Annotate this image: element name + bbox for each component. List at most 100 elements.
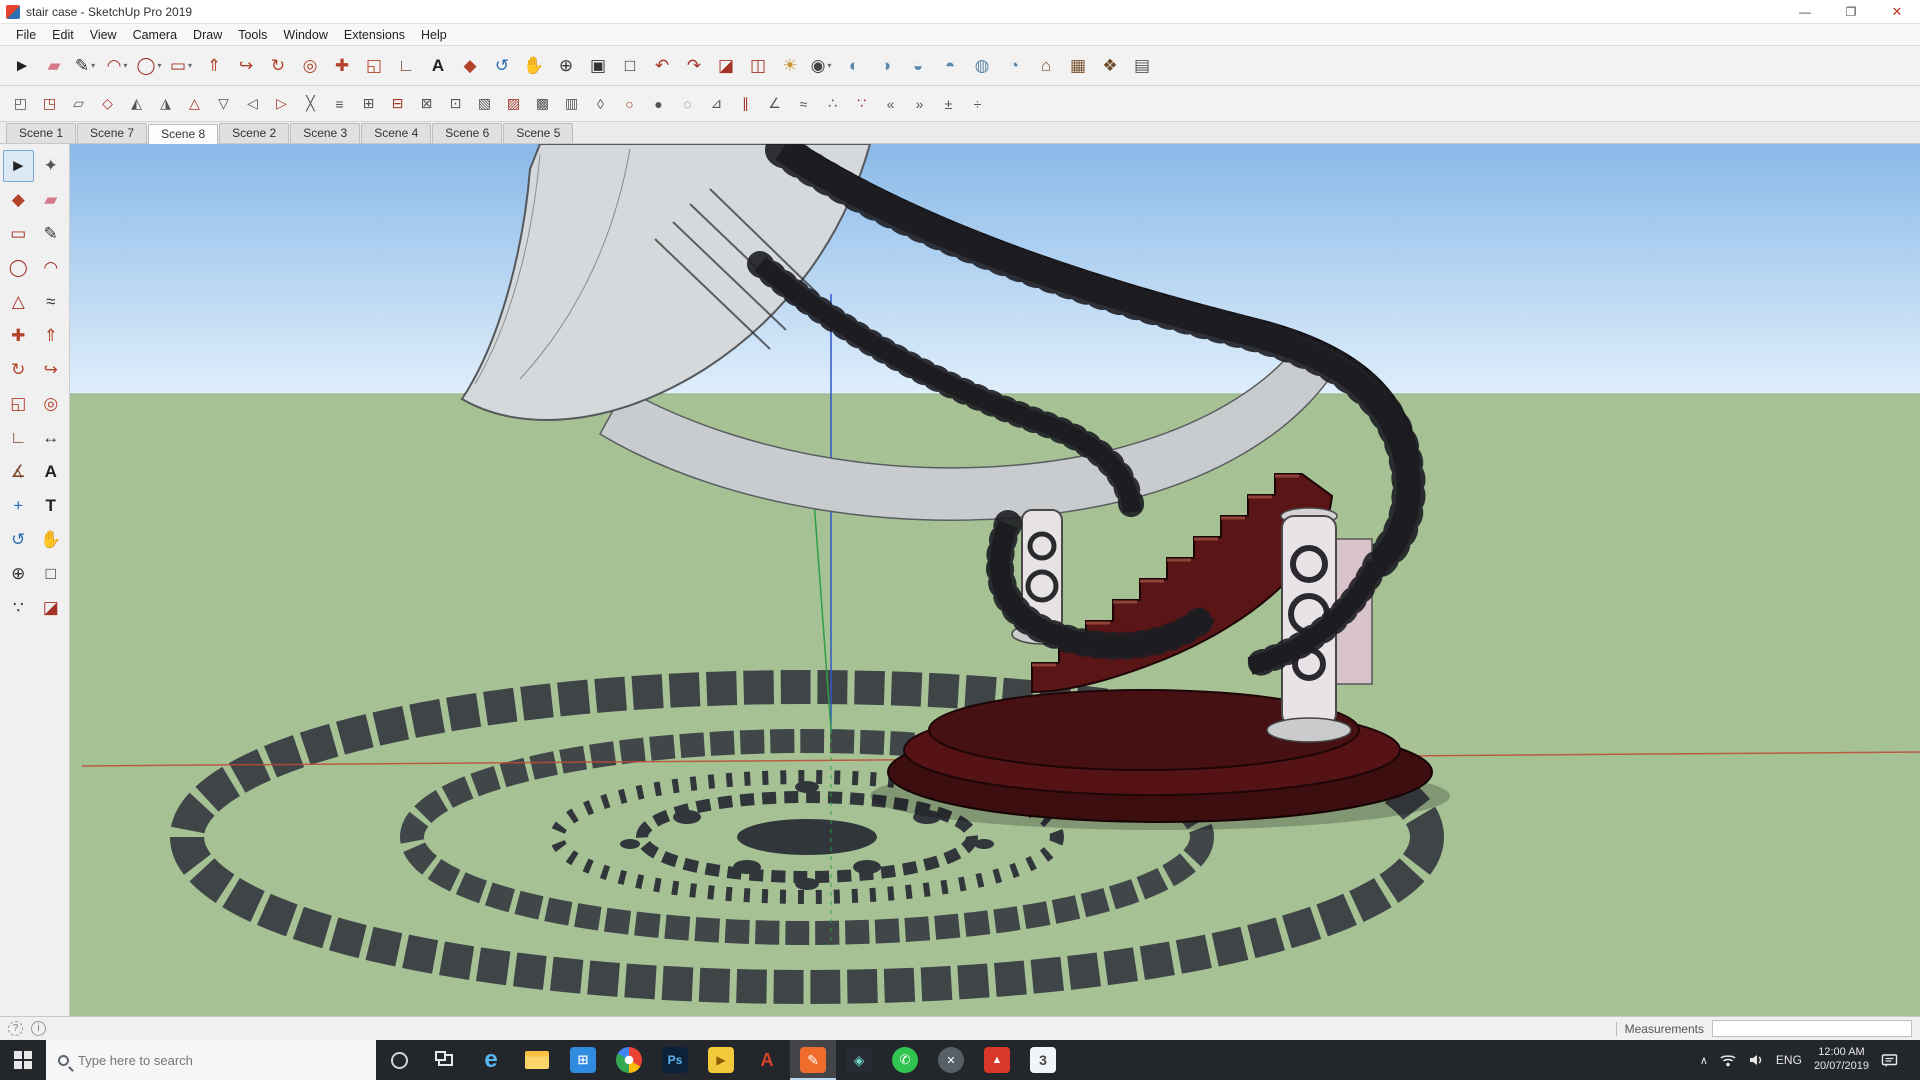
taskbar-clock[interactable]: 12:00 AM 20/07/2019 bbox=[1814, 1046, 1869, 1074]
palette-move-tool[interactable]: ✚ bbox=[3, 320, 34, 352]
close-button[interactable]: ✕ bbox=[1874, 0, 1920, 23]
windows-start-button[interactable] bbox=[0, 1040, 46, 1080]
secondary-tool-11[interactable]: ╳ bbox=[296, 90, 325, 117]
palette-freehand-tool[interactable]: ≈ bbox=[36, 286, 67, 318]
palette-section-plane-tool[interactable]: ◪ bbox=[36, 592, 67, 624]
secondary-tool-14[interactable]: ⊟ bbox=[383, 90, 412, 117]
scene-tab-5[interactable]: Scene 5 bbox=[503, 123, 573, 143]
zoom-extents-tool[interactable]: □ bbox=[614, 51, 646, 81]
photoshop-app[interactable]: Ps bbox=[652, 1040, 698, 1080]
menu-item[interactable]: Tools bbox=[230, 26, 275, 44]
add-person-tool[interactable]: ◉▾ bbox=[806, 51, 838, 81]
status-info-icon[interactable]: i bbox=[31, 1021, 46, 1036]
secondary-tool-32[interactable]: » bbox=[905, 90, 934, 117]
secondary-tool-07[interactable]: △ bbox=[180, 90, 209, 117]
search-input[interactable] bbox=[78, 1053, 328, 1068]
solid-trim-tool[interactable]: ◒ bbox=[902, 51, 934, 81]
move-tool[interactable]: ✚ bbox=[326, 51, 358, 81]
menu-item[interactable]: Draw bbox=[185, 26, 230, 44]
secondary-tool-04[interactable]: ◇ bbox=[93, 90, 122, 117]
secondary-tool-23[interactable]: ● bbox=[644, 90, 673, 117]
palette-polygon-tool[interactable]: △ bbox=[3, 286, 34, 318]
menu-item[interactable]: Window bbox=[275, 26, 335, 44]
cortana-button[interactable] bbox=[376, 1040, 422, 1080]
palette-pan-tool[interactable]: ✋ bbox=[36, 524, 67, 556]
scene-tab-6[interactable]: Scene 6 bbox=[432, 123, 502, 143]
model-viewport[interactable] bbox=[70, 144, 1920, 1016]
secondary-tool-06[interactable]: ◮ bbox=[151, 90, 180, 117]
secondary-tool-30[interactable]: ∵ bbox=[847, 90, 876, 117]
solid-subtract-tool[interactable]: ◑ bbox=[870, 51, 902, 81]
orbit-tool[interactable]: ↺ bbox=[486, 51, 518, 81]
maximize-button[interactable]: ❐ bbox=[1828, 0, 1874, 23]
file-explorer-app[interactable] bbox=[514, 1040, 560, 1080]
palette-follow-me-tool[interactable]: ↪ bbox=[36, 354, 67, 386]
zoom-window-tool[interactable]: ▣ bbox=[582, 51, 614, 81]
palette-eraser-tool[interactable]: ▰ bbox=[36, 184, 67, 216]
sketchup-app[interactable]: ✎ bbox=[790, 1040, 836, 1080]
tray-chevron-icon[interactable]: ∧ bbox=[1700, 1054, 1708, 1067]
secondary-tool-01[interactable]: ◰ bbox=[6, 90, 35, 117]
palette-select-tool[interactable]: ► bbox=[3, 150, 34, 182]
menu-item[interactable]: File bbox=[8, 26, 44, 44]
secondary-tool-08[interactable]: ▽ bbox=[209, 90, 238, 117]
task-view-button[interactable] bbox=[422, 1040, 468, 1080]
secondary-tool-16[interactable]: ⊡ bbox=[441, 90, 470, 117]
scale-tool[interactable]: ◱ bbox=[358, 51, 390, 81]
rotate-tool[interactable]: ↻ bbox=[262, 51, 294, 81]
dropdown-arrow-icon[interactable]: ▾ bbox=[121, 61, 129, 70]
print-tool[interactable]: ▤ bbox=[1126, 51, 1158, 81]
palette-make-component-tool[interactable]: ✦ bbox=[36, 150, 67, 182]
menu-item[interactable]: Extensions bbox=[336, 26, 413, 44]
dropdown-arrow-icon[interactable]: ▾ bbox=[825, 61, 833, 70]
text-tool[interactable]: A bbox=[422, 51, 454, 81]
adobe-reader-app[interactable]: ▲ bbox=[974, 1040, 1020, 1080]
secondary-tool-17[interactable]: ▧ bbox=[470, 90, 499, 117]
yellow-utility-app[interactable]: ▶ bbox=[698, 1040, 744, 1080]
secondary-tool-31[interactable]: « bbox=[876, 90, 905, 117]
dropdown-arrow-icon[interactable]: ▾ bbox=[156, 61, 164, 70]
language-indicator[interactable]: ENG bbox=[1776, 1053, 1802, 1067]
paint-bucket-tool[interactable]: ◆ bbox=[454, 51, 486, 81]
palette-walk-tool[interactable]: ∵ bbox=[3, 592, 34, 624]
line-tool[interactable]: ✎▾ bbox=[70, 51, 102, 81]
secondary-tool-03[interactable]: ▱ bbox=[64, 90, 93, 117]
dropdown-arrow-icon[interactable]: ▾ bbox=[89, 61, 97, 70]
palette-tape-measure-tool[interactable]: ∟ bbox=[3, 422, 34, 454]
minimize-button[interactable]: — bbox=[1782, 0, 1828, 23]
palette-dimension-tool[interactable]: ↔ bbox=[36, 422, 67, 454]
secondary-tool-33[interactable]: ± bbox=[934, 90, 963, 117]
secondary-tool-19[interactable]: ▩ bbox=[528, 90, 557, 117]
palette-zoom-tool[interactable]: ⊕ bbox=[3, 558, 34, 590]
arc-tool[interactable]: ◠▾ bbox=[102, 51, 134, 81]
scene-tab-7[interactable]: Scene 7 bbox=[77, 123, 147, 143]
secondary-tool-26[interactable]: ∥ bbox=[731, 90, 760, 117]
menu-item[interactable]: Edit bbox=[44, 26, 82, 44]
secondary-tool-18[interactable]: ▨ bbox=[499, 90, 528, 117]
shadows-tool[interactable]: ☀ bbox=[774, 51, 806, 81]
secondary-tool-24[interactable]: ◌ bbox=[673, 90, 702, 117]
secondary-tool-27[interactable]: ∠ bbox=[760, 90, 789, 117]
outer-shell-tool[interactable]: ◔ bbox=[998, 51, 1030, 81]
palette-rotate-tool[interactable]: ↻ bbox=[3, 354, 34, 386]
action-center-icon[interactable] bbox=[1881, 1053, 1898, 1068]
secondary-tool-02[interactable]: ◳ bbox=[35, 90, 64, 117]
scene-tab-4[interactable]: Scene 4 bbox=[361, 123, 431, 143]
secondary-tool-10[interactable]: ▷ bbox=[267, 90, 296, 117]
red-a-app[interactable]: A bbox=[744, 1040, 790, 1080]
previous-view-tool[interactable]: ↶ bbox=[646, 51, 678, 81]
solid-split-tool[interactable]: ◍ bbox=[966, 51, 998, 81]
rectangle-tool[interactable]: ▭▾ bbox=[166, 51, 198, 81]
x-circle-app[interactable]: ✕ bbox=[928, 1040, 974, 1080]
palette-protractor-tool[interactable]: ∡ bbox=[3, 456, 34, 488]
next-view-tool[interactable]: ↷ bbox=[678, 51, 710, 81]
push-pull-tool[interactable]: ⇑ bbox=[198, 51, 230, 81]
secondary-tool-05[interactable]: ◭ bbox=[122, 90, 151, 117]
palette-3d-text-tool[interactable]: T bbox=[36, 490, 67, 522]
solid-union-tool[interactable]: ◐ bbox=[838, 51, 870, 81]
palette-rectangle-tool[interactable]: ▭ bbox=[3, 218, 34, 250]
secondary-tool-21[interactable]: ◊ bbox=[586, 90, 615, 117]
follow-me-tool[interactable]: ↪ bbox=[230, 51, 262, 81]
scene-tab-1[interactable]: Scene 1 bbox=[6, 123, 76, 143]
secondary-tool-09[interactable]: ◁ bbox=[238, 90, 267, 117]
